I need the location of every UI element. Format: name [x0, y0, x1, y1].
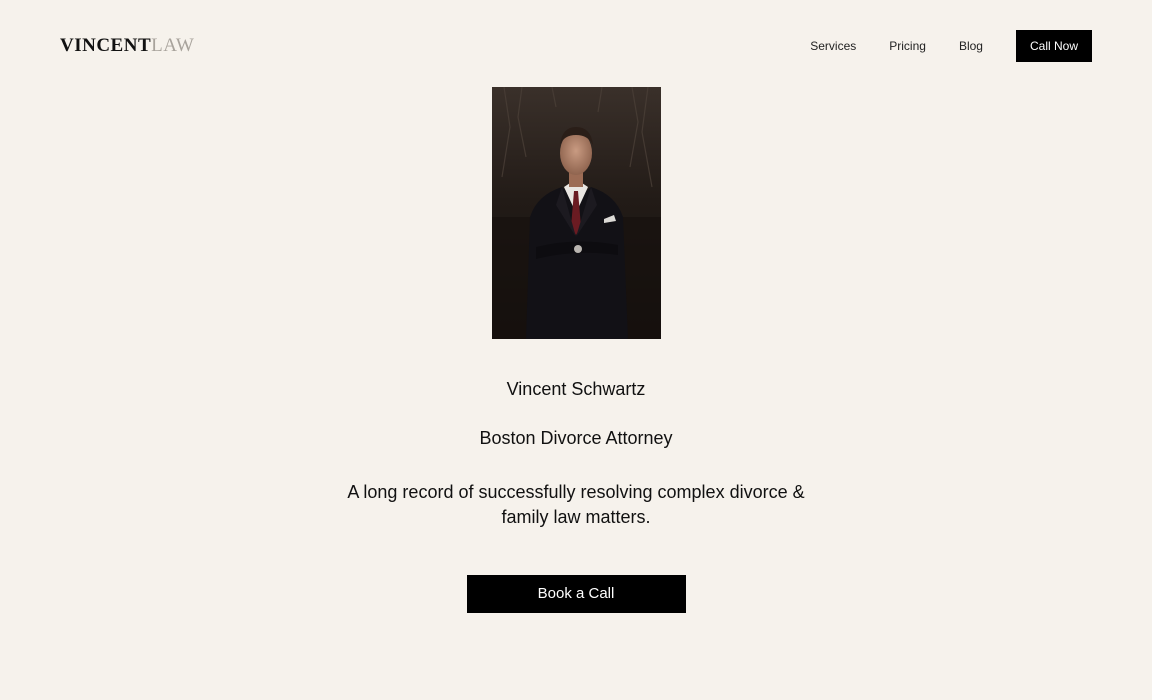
attorney-title: Boston Divorce Attorney: [479, 428, 673, 448]
hero-section: Vincent Schwartz Boston Divorce Attorney…: [0, 87, 1152, 613]
attorney-name: Vincent Schwartz: [506, 379, 646, 399]
hero-tagline: A long record of successfully resolving …: [347, 482, 805, 527]
book-call-button[interactable]: Book a Call: [466, 575, 686, 613]
nav-pricing[interactable]: Pricing: [889, 39, 926, 53]
main-nav: Services Pricing Blog Call Now: [810, 30, 1092, 62]
logo-primary: VINCENT: [60, 35, 152, 56]
nav-services[interactable]: Services: [810, 39, 856, 53]
call-now-button[interactable]: Call Now: [1015, 30, 1092, 62]
site-logo[interactable]: VINCENTLAW: [60, 34, 194, 58]
site-header: VINCENTLAW Services Pricing Blog Call No…: [0, 0, 1152, 92]
nav-blog[interactable]: Blog: [959, 39, 983, 53]
logo-secondary: LAW: [151, 35, 195, 56]
attorney-portrait: [491, 87, 661, 339]
